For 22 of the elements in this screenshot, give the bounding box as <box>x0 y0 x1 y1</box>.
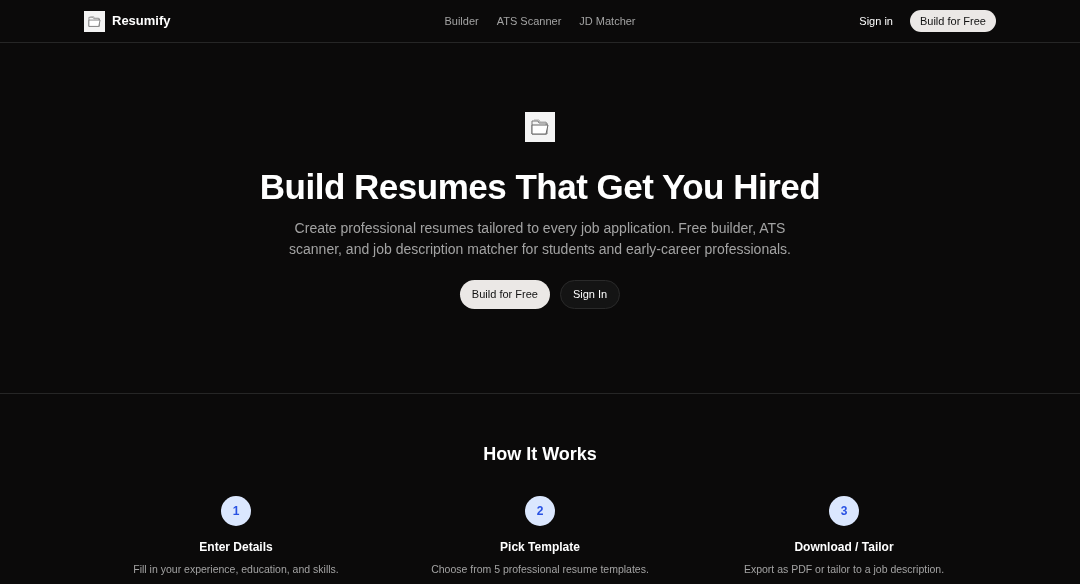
nav-link[interactable]: JD Matcher <box>579 12 636 30</box>
step-title: Pick Template <box>500 539 580 555</box>
step-number: 1 <box>221 496 251 526</box>
sign-in-link[interactable]: Sign in <box>859 12 893 30</box>
hero-title: Build Resumes That Get You Hired <box>259 167 821 207</box>
hero-subtitle: Create professional resumes tailored to every job application. Free builder, ATS scanner, and job description matcher for students and early-career professionals. <box>288 219 792 259</box>
step-description: Export as PDF or tailor to a job description. <box>743 562 945 576</box>
step-description: Fill in your experience, education, and skills. <box>133 562 339 576</box>
step-number: 3 <box>829 496 859 526</box>
folder-icon <box>84 10 105 32</box>
step-description: Choose from 5 professional resume templates. <box>431 562 649 576</box>
step-title: Enter Details <box>199 539 273 555</box>
build-for-free-button[interactable]: Build for Free <box>459 280 550 309</box>
sign-in-button[interactable]: Sign In <box>559 280 621 309</box>
section-title: How It Works <box>483 443 597 465</box>
brand-name[interactable]: Resumify <box>112 11 171 31</box>
nav-link[interactable]: Builder <box>444 12 479 30</box>
step-number: 2 <box>525 496 555 526</box>
build-for-free-button[interactable]: Build for Free <box>909 10 996 32</box>
folder-icon <box>525 112 555 142</box>
nav-link[interactable]: ATS Scanner <box>496 12 562 30</box>
step-title: Download / Tailor <box>794 539 894 555</box>
